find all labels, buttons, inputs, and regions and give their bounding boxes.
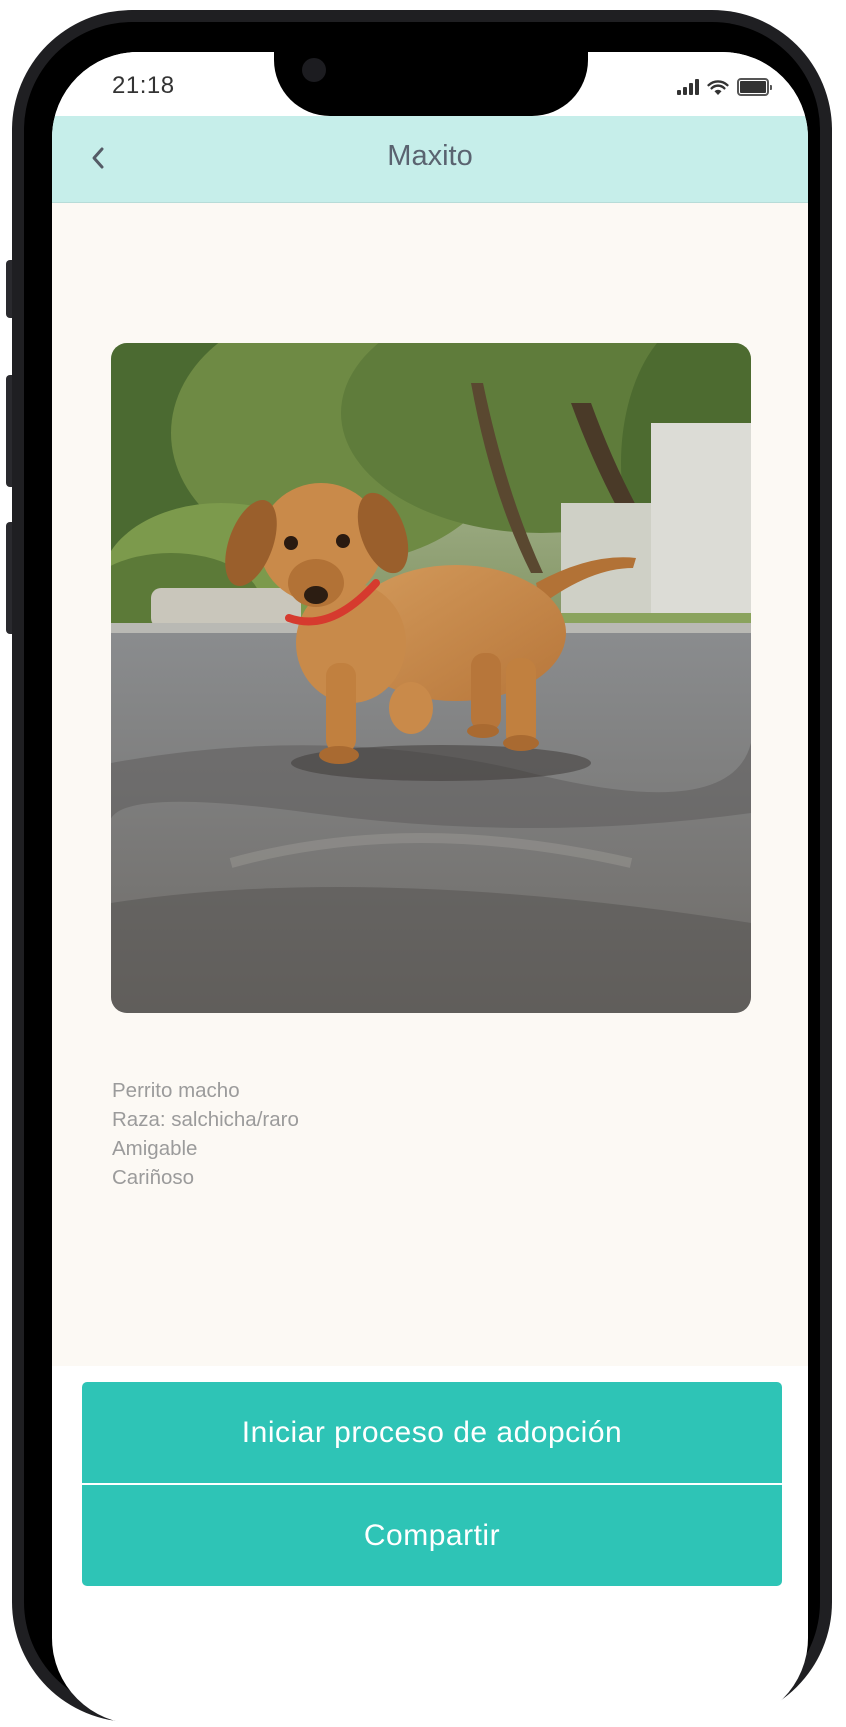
description-line: Amigable bbox=[112, 1137, 198, 1160]
page-title: Maxito bbox=[387, 140, 473, 172]
start-adoption-button[interactable]: Iniciar proceso de adopción bbox=[82, 1382, 782, 1485]
notch bbox=[274, 52, 588, 116]
description-line: Perrito macho bbox=[112, 1079, 240, 1102]
dog-photo bbox=[111, 343, 751, 1013]
description-line: Raza: salchicha/raro bbox=[112, 1108, 299, 1131]
share-button[interactable]: Compartir bbox=[82, 1485, 782, 1586]
pet-description: Perrito macho Raza: salchicha/raro Amiga… bbox=[112, 1076, 299, 1192]
signal-icon bbox=[677, 79, 699, 95]
app-screen: 21:18 Maxito Perrito macho Raza: salchic… bbox=[52, 52, 808, 1724]
action-buttons: Iniciar proceso de adopción Compartir bbox=[82, 1382, 782, 1586]
front-camera bbox=[302, 58, 326, 82]
status-icons bbox=[677, 78, 772, 96]
nav-bar: Maxito bbox=[52, 116, 808, 203]
wifi-icon bbox=[707, 79, 729, 95]
battery-icon bbox=[737, 78, 772, 96]
status-time: 21:18 bbox=[112, 72, 175, 99]
pet-detail: Perrito macho Raza: salchicha/raro Amiga… bbox=[52, 203, 808, 1366]
description-line: Cariñoso bbox=[112, 1166, 195, 1189]
